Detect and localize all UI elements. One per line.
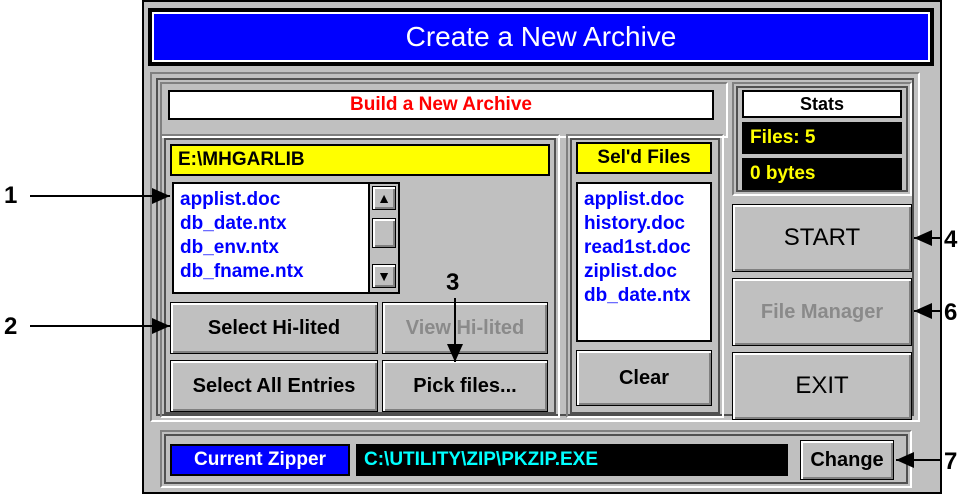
annotation-arrows	[30, 188, 940, 468]
